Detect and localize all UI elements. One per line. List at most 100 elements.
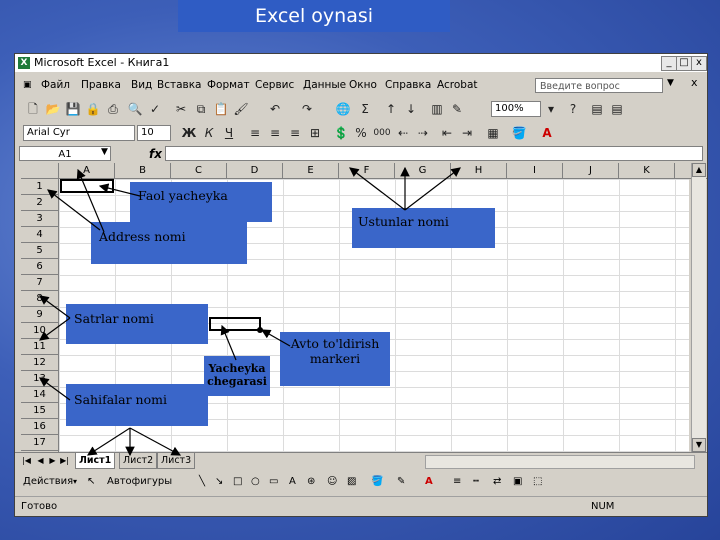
draw-font-color-icon[interactable]: A xyxy=(425,470,433,494)
undo-icon[interactable]: ↶ xyxy=(267,101,283,117)
fill-color-icon[interactable]: 🪣 xyxy=(511,125,527,141)
vertical-scrollbar[interactable]: ▲ ▼ xyxy=(691,163,706,452)
horizontal-scrollbar[interactable] xyxy=(425,455,695,469)
decrease-indent-icon[interactable]: ⇤ xyxy=(439,125,455,141)
menu-help[interactable]: Справка xyxy=(385,74,431,96)
sort-asc-icon[interactable]: ↑ xyxy=(383,101,399,117)
menu-insert[interactable]: Вставка xyxy=(157,74,202,96)
column-header-h[interactable]: H xyxy=(451,163,507,179)
row-header-6[interactable]: 6 xyxy=(21,259,59,275)
line-icon[interactable]: ╲ xyxy=(199,470,205,494)
permission-icon[interactable]: 🔒 xyxy=(85,101,101,117)
line-style-icon[interactable]: ≡ xyxy=(453,470,461,494)
row-header-14[interactable]: 14 xyxy=(21,387,59,403)
row-header-17[interactable]: 17 xyxy=(21,435,59,451)
copy-icon[interactable]: ⧉ xyxy=(193,101,209,117)
close-workbook-icon[interactable]: x xyxy=(691,76,698,89)
wordart-icon[interactable]: A xyxy=(289,470,296,494)
shadow-icon[interactable]: ▣ xyxy=(513,470,522,494)
autosum-icon[interactable]: Σ xyxy=(357,101,373,117)
align-center-icon[interactable]: ≡ xyxy=(267,125,283,141)
row-header-11[interactable]: 11 xyxy=(21,339,59,355)
pdf-icon[interactable]: ▤ xyxy=(589,101,605,117)
menu-window[interactable]: Окно xyxy=(349,74,377,96)
column-header-g[interactable]: G xyxy=(395,163,451,179)
row-header-5[interactable]: 5 xyxy=(21,243,59,259)
arrow-style-icon[interactable]: ⇄ xyxy=(493,470,501,494)
column-header-i[interactable]: I xyxy=(507,163,563,179)
borders-icon[interactable]: ▦ xyxy=(485,125,501,141)
formula-input[interactable] xyxy=(165,146,703,161)
row-header-12[interactable]: 12 xyxy=(21,355,59,371)
drawing-icon[interactable]: ✎ xyxy=(449,101,465,117)
increase-indent-icon[interactable]: ⇥ xyxy=(459,125,475,141)
font-color-icon[interactable]: A xyxy=(539,125,555,141)
line-color-icon[interactable]: ✎ xyxy=(397,470,405,494)
row-header-10[interactable]: 10 xyxy=(21,323,59,339)
sheet-tab-2[interactable]: Лист2 xyxy=(119,453,158,469)
thousands-button[interactable]: 000 xyxy=(371,125,393,141)
prev-sheet-icon[interactable]: ◀ xyxy=(35,455,46,467)
italic-button[interactable]: К xyxy=(201,125,217,141)
merge-center-icon[interactable]: ⊞ xyxy=(307,125,323,141)
rectangle-icon[interactable]: □ xyxy=(233,470,242,494)
column-header-e[interactable]: E xyxy=(283,163,339,179)
active-cell[interactable] xyxy=(60,179,114,193)
menu-acrobat[interactable]: Acrobat xyxy=(437,74,478,96)
pdf-email-icon[interactable]: ▤ xyxy=(609,101,625,117)
draw-fill-color-icon[interactable]: 🪣 xyxy=(371,470,383,494)
restore-button[interactable]: □ xyxy=(676,56,692,71)
scroll-up-icon[interactable]: ▲ xyxy=(692,163,706,177)
paste-icon[interactable]: 📋 xyxy=(213,101,229,117)
arrow-icon[interactable]: ↘ xyxy=(215,470,223,494)
percent-button[interactable]: % xyxy=(353,125,369,141)
actions-dropdown-icon[interactable]: ▾ xyxy=(73,470,77,494)
select-pointer-icon[interactable]: ↖ xyxy=(87,470,95,494)
column-header-f[interactable]: F xyxy=(339,163,395,179)
menu-edit[interactable]: Правка xyxy=(81,74,121,96)
doc-icon[interactable]: ▣ xyxy=(23,74,32,96)
sort-desc-icon[interactable]: ↓ xyxy=(403,101,419,117)
preview-icon[interactable]: 🔍 xyxy=(127,101,143,117)
row-header-4[interactable]: 4 xyxy=(21,227,59,243)
sheet-tab-3[interactable]: Лист3 xyxy=(157,453,196,469)
underline-button[interactable]: Ч xyxy=(221,125,237,141)
column-header-c[interactable]: C xyxy=(171,163,227,179)
menu-tools[interactable]: Сервис xyxy=(255,74,294,96)
bold-button[interactable]: Ж xyxy=(181,125,197,141)
row-header-13[interactable]: 13 xyxy=(21,371,59,387)
new-file-icon[interactable]: 🗋 xyxy=(25,101,41,117)
redo-icon[interactable]: ↷ xyxy=(299,101,315,117)
row-header-1[interactable]: 1 xyxy=(21,179,59,195)
column-header-a[interactable]: A xyxy=(59,163,115,179)
clipart-icon[interactable]: ☺ xyxy=(327,470,337,494)
column-header-d[interactable]: D xyxy=(227,163,283,179)
menu-data[interactable]: Данные xyxy=(303,74,346,96)
row-header-9[interactable]: 9 xyxy=(21,307,59,323)
align-left-icon[interactable]: ≡ xyxy=(247,125,263,141)
fx-icon[interactable]: fx xyxy=(149,145,162,163)
format-painter-icon[interactable]: 🖌 xyxy=(233,101,249,117)
diagram-icon[interactable]: ⊛ xyxy=(307,470,315,494)
row-header-2[interactable]: 2 xyxy=(21,195,59,211)
cut-icon[interactable]: ✂ xyxy=(173,101,189,117)
help-icon[interactable]: ? xyxy=(565,101,581,117)
last-sheet-icon[interactable]: ▶| xyxy=(59,455,70,467)
align-right-icon[interactable]: ≡ xyxy=(287,125,303,141)
oval-icon[interactable]: ○ xyxy=(251,470,260,494)
help-dropdown-icon[interactable]: ▼ xyxy=(667,78,674,88)
column-header-j[interactable]: J xyxy=(563,163,619,179)
select-all-corner[interactable] xyxy=(21,163,59,179)
textbox-icon[interactable]: ▭ xyxy=(269,470,278,494)
name-box-dropdown-icon[interactable]: ▼ xyxy=(101,147,108,157)
actions-menu[interactable]: Действия xyxy=(23,470,73,494)
decrease-decimal-icon[interactable]: ⇢ xyxy=(415,125,431,141)
autoshapes-menu[interactable]: Автофигуры xyxy=(107,470,172,494)
zoom-dropdown-icon[interactable]: ▾ xyxy=(543,101,559,117)
help-search-input[interactable]: Введите вопрос xyxy=(535,78,663,93)
3d-icon[interactable]: ⬚ xyxy=(533,470,542,494)
font-size-select[interactable]: 10 xyxy=(137,125,171,141)
menu-format[interactable]: Формат xyxy=(207,74,250,96)
menu-file[interactable]: Файл xyxy=(41,74,70,96)
font-select[interactable]: Arial Cyr xyxy=(23,125,135,141)
